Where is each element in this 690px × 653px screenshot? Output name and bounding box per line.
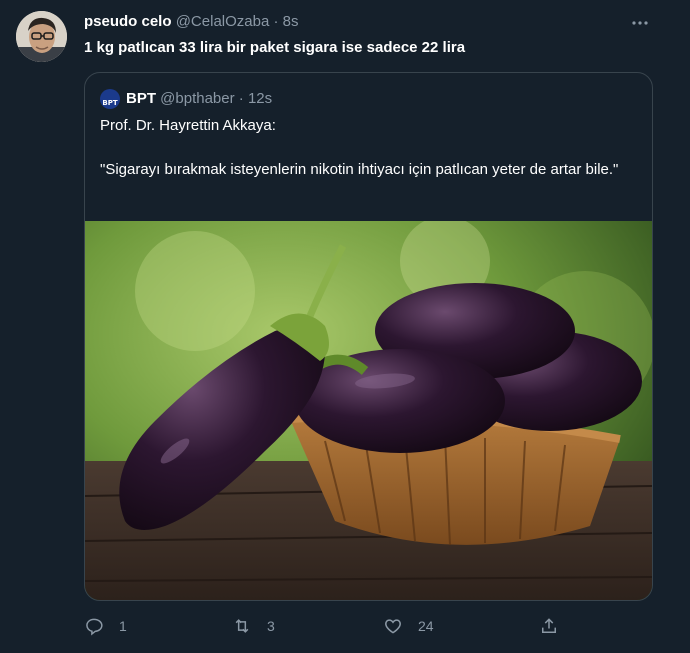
more-icon: [632, 21, 648, 25]
reply-count: 1: [119, 618, 127, 634]
tweet-actions: 1 3 24: [84, 614, 564, 638]
share-button[interactable]: [539, 614, 559, 638]
avatar-image: [16, 11, 67, 62]
separator-dot: ·: [273, 13, 279, 30]
more-button[interactable]: [629, 12, 651, 34]
retweet-button[interactable]: 3: [232, 614, 275, 638]
quote-author-name[interactable]: BPT: [126, 90, 156, 108]
quote-line-1: Prof. Dr. Hayrettin Akkaya:: [100, 117, 276, 134]
retweet-count: 3: [267, 618, 275, 634]
tweet-time[interactable]: 8s: [283, 13, 299, 30]
quote-separator-dot: ·: [238, 90, 244, 107]
quote-line-2: "Sigarayı bırakmak isteyenlerin nikotin …: [100, 161, 619, 178]
quoted-tweet[interactable]: BPT BPT @bpthaber · 12s Prof. Dr. Hayret…: [84, 72, 653, 601]
tweet-header: pseudo celo @CelalOzaba · 8s: [84, 13, 299, 31]
tweet: pseudo celo @CelalOzaba · 8s 1 kg patlıc…: [0, 0, 690, 653]
eggplant-basket-image[interactable]: [85, 221, 652, 600]
avatar[interactable]: [16, 11, 67, 62]
quote-time[interactable]: 12s: [248, 90, 272, 108]
quote-logo-text: BPT: [102, 99, 118, 107]
retweet-icon: [235, 619, 249, 633]
quote-avatar[interactable]: BPT: [100, 89, 120, 109]
quote-author-handle[interactable]: @bpthaber: [160, 90, 234, 108]
reply-icon: [86, 618, 103, 636]
tweet-text: 1 kg patlıcan 33 lira bir paket sigara i…: [84, 39, 466, 56]
like-icon: [385, 619, 401, 634]
author-handle[interactable]: @CelalOzaba: [176, 13, 270, 30]
share-icon: [542, 618, 556, 633]
quote-header: BPT BPT @bpthaber · 12s: [100, 89, 272, 109]
reply-button[interactable]: 1: [84, 614, 127, 638]
quote-text: Prof. Dr. Hayrettin Akkaya: "Sigarayı bı…: [100, 115, 630, 181]
like-count: 24: [418, 618, 434, 634]
author-name[interactable]: pseudo celo: [84, 13, 172, 30]
like-button[interactable]: 24: [383, 614, 434, 638]
